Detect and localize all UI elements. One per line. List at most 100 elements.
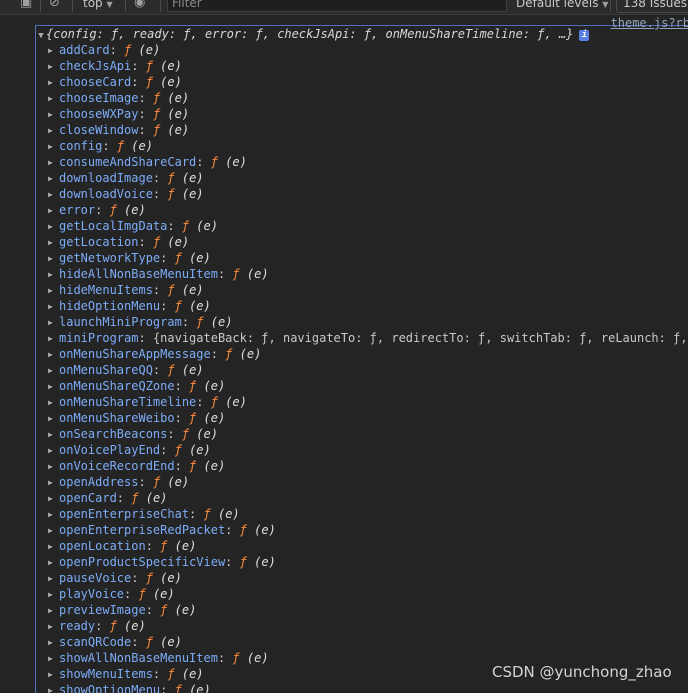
property-row[interactable]: ▶ getLocalImgData: ƒ (e) <box>48 218 688 234</box>
filter-input[interactable] <box>168 0 502 11</box>
property-row[interactable]: ▶ consumeAndShareCard: ƒ (e) <box>48 154 688 170</box>
property-row[interactable]: ▶ showOptionMenu: ƒ (e) <box>48 682 688 693</box>
filter-field[interactable] <box>167 0 507 12</box>
sidebar-toggle-icon[interactable]: ▣ <box>20 0 32 10</box>
property-row[interactable]: ▶ onMenuShareAppMessage: ƒ (e) <box>48 346 688 362</box>
property-row[interactable]: ▶ onMenuShareQQ: ƒ (e) <box>48 362 688 378</box>
expand-triangle-icon[interactable]: ▶ <box>48 123 59 139</box>
property-row[interactable]: ▶ error: ƒ (e) <box>48 202 688 218</box>
expand-triangle-icon[interactable]: ▶ <box>48 171 59 187</box>
expand-triangle-icon[interactable]: ▶ <box>48 75 59 91</box>
property-row[interactable]: ▶ scanQRCode: ƒ (e) <box>48 634 688 650</box>
property-row[interactable]: ▶ hideOptionMenu: ƒ (e) <box>48 298 688 314</box>
property-row[interactable]: ▶ launchMiniProgram: ƒ (e) <box>48 314 688 330</box>
issues-counter[interactable]: 138 Issues: <box>616 0 688 13</box>
expand-triangle-icon[interactable]: ▶ <box>48 59 59 75</box>
property-row[interactable]: ▶ getNetworkType: ƒ (e) <box>48 250 688 266</box>
expand-triangle-icon[interactable]: ▶ <box>48 91 59 107</box>
expand-triangle-icon[interactable]: ▶ <box>48 107 59 123</box>
property-row[interactable]: ▶ onVoicePlayEnd: ƒ (e) <box>48 442 688 458</box>
expand-triangle-icon[interactable]: ▶ <box>48 683 59 693</box>
property-row[interactable]: ▶ openAddress: ƒ (e) <box>48 474 688 490</box>
eye-icon[interactable]: ◉ <box>134 0 145 10</box>
expand-triangle-icon[interactable]: ▶ <box>48 347 59 363</box>
property-row[interactable]: ▶ chooseImage: ƒ (e) <box>48 90 688 106</box>
expand-triangle-icon[interactable]: ▶ <box>48 523 59 539</box>
property-row[interactable]: ▶ previewImage: ƒ (e) <box>48 602 688 618</box>
property-row[interactable]: ▶ onVoiceRecordEnd: ƒ (e) <box>48 458 688 474</box>
function-signature: (e) <box>189 683 211 693</box>
expand-triangle-icon[interactable]: ▶ <box>48 491 59 507</box>
expand-triangle-icon[interactable]: ▶ <box>48 443 59 459</box>
property-row[interactable]: ▶ playVoice: ƒ (e) <box>48 586 688 602</box>
expand-triangle-icon[interactable]: ▶ <box>48 459 59 475</box>
expand-triangle-icon[interactable]: ▶ <box>48 283 59 299</box>
source-link[interactable]: theme.js?rb <box>611 16 688 30</box>
expand-triangle-icon[interactable]: ▶ <box>48 43 59 59</box>
log-levels-dropdown[interactable]: Default levels ▼ <box>516 0 608 12</box>
expand-triangle-icon[interactable]: ▶ <box>48 267 59 283</box>
expand-triangle-icon[interactable]: ▶ <box>48 251 59 267</box>
property-row[interactable]: ▶ ready: ƒ (e) <box>48 618 688 634</box>
property-row[interactable]: ▶ hideMenuItems: ƒ (e) <box>48 282 688 298</box>
expand-triangle-icon[interactable]: ▶ <box>48 331 59 347</box>
property-key: openLocation <box>59 539 146 553</box>
function-signature: (e) <box>203 459 226 473</box>
expand-triangle-icon[interactable]: ▶ <box>48 475 59 491</box>
expand-triangle-icon[interactable]: ▶ <box>48 619 59 635</box>
expand-triangle-icon[interactable]: ▶ <box>48 219 59 235</box>
property-row[interactable]: ▶ chooseCard: ƒ (e) <box>48 74 688 90</box>
property-row[interactable]: ▶ downloadImage: ƒ (e) <box>48 170 688 186</box>
expand-triangle-icon[interactable]: ▶ <box>48 587 59 603</box>
property-row[interactable]: ▶ addCard: ƒ (e) <box>48 42 688 58</box>
property-row[interactable]: ▶ onSearchBeacons: ƒ (e) <box>48 426 688 442</box>
expand-triangle-icon[interactable]: ▶ <box>48 299 59 315</box>
expand-triangle-icon[interactable]: ▶ <box>48 667 59 683</box>
property-colon: : <box>210 347 226 361</box>
expand-triangle-icon[interactable]: ▶ <box>48 395 59 411</box>
property-row[interactable]: ▶ openLocation: ƒ (e) <box>48 538 688 554</box>
property-row[interactable]: ▶ hideAllNonBaseMenuItem: ƒ (e) <box>48 266 688 282</box>
property-row[interactable]: ▶ openEnterpriseRedPacket: ƒ (e) <box>48 522 688 538</box>
expand-triangle-icon[interactable]: ▶ <box>48 571 59 587</box>
expand-triangle-icon[interactable]: ▶ <box>48 203 59 219</box>
property-row[interactable]: ▶ openCard: ƒ (e) <box>48 490 688 506</box>
expand-triangle-icon[interactable]: ▶ <box>48 379 59 395</box>
expand-triangle-icon[interactable]: ▶ <box>48 427 59 443</box>
expand-triangle-icon[interactable]: ▶ <box>48 363 59 379</box>
function-symbol: ƒ <box>210 395 218 409</box>
expand-triangle-icon[interactable]: ▶ <box>48 139 59 155</box>
property-row[interactable]: ▶ openProductSpecificView: ƒ (e) <box>48 554 688 570</box>
expand-triangle-icon[interactable]: ▼ <box>36 28 46 44</box>
property-row[interactable]: ▶ config: ƒ (e) <box>48 138 688 154</box>
expand-triangle-icon[interactable]: ▶ <box>48 187 59 203</box>
property-row[interactable]: ▶ miniProgram: {navigateBack: ƒ, navigate… <box>48 330 688 346</box>
expand-triangle-icon[interactable]: ▶ <box>48 555 59 571</box>
clear-console-icon[interactable]: ⊘ <box>49 0 60 10</box>
property-row[interactable]: ▶ pauseVoice: ƒ (e) <box>48 570 688 586</box>
property-key: showMenuItems <box>59 667 153 681</box>
expand-triangle-icon[interactable]: ▶ <box>48 235 59 251</box>
expand-triangle-icon[interactable]: ▶ <box>48 539 59 555</box>
property-row[interactable]: ▶ closeWindow: ƒ (e) <box>48 122 688 138</box>
property-row[interactable]: ▶ openEnterpriseChat: ƒ (e) <box>48 506 688 522</box>
property-row[interactable]: ▶ checkJsApi: ƒ (e) <box>48 58 688 74</box>
info-icon[interactable]: i <box>579 30 590 41</box>
property-row[interactable]: ▶ downloadVoice: ƒ (e) <box>48 186 688 202</box>
expand-triangle-icon[interactable]: ▶ <box>48 411 59 427</box>
property-row[interactable]: ▶ chooseWXPay: ƒ (e) <box>48 106 688 122</box>
object-summary[interactable]: ▼ {config: ƒ, ready: ƒ, error: ƒ, checkJs… <box>36 26 590 44</box>
property-row[interactable]: ▶ onMenuShareWeibo: ƒ (e) <box>48 410 688 426</box>
property-row[interactable]: ▶ getLocation: ƒ (e) <box>48 234 688 250</box>
expand-triangle-icon[interactable]: ▶ <box>48 603 59 619</box>
expand-triangle-icon[interactable]: ▶ <box>48 651 59 667</box>
expand-triangle-icon[interactable]: ▶ <box>48 155 59 171</box>
context-selector[interactable]: top ▼ <box>83 0 113 12</box>
expand-triangle-icon[interactable]: ▶ <box>48 507 59 523</box>
property-row[interactable]: ▶ onMenuShareQZone: ƒ (e) <box>48 378 688 394</box>
property-key: onMenuShareTimeline <box>59 395 197 409</box>
expand-triangle-icon[interactable]: ▶ <box>48 635 59 651</box>
property-key: consumeAndShareCard <box>59 155 197 169</box>
property-row[interactable]: ▶ onMenuShareTimeline: ƒ (e) <box>48 394 688 410</box>
expand-triangle-icon[interactable]: ▶ <box>48 315 59 331</box>
